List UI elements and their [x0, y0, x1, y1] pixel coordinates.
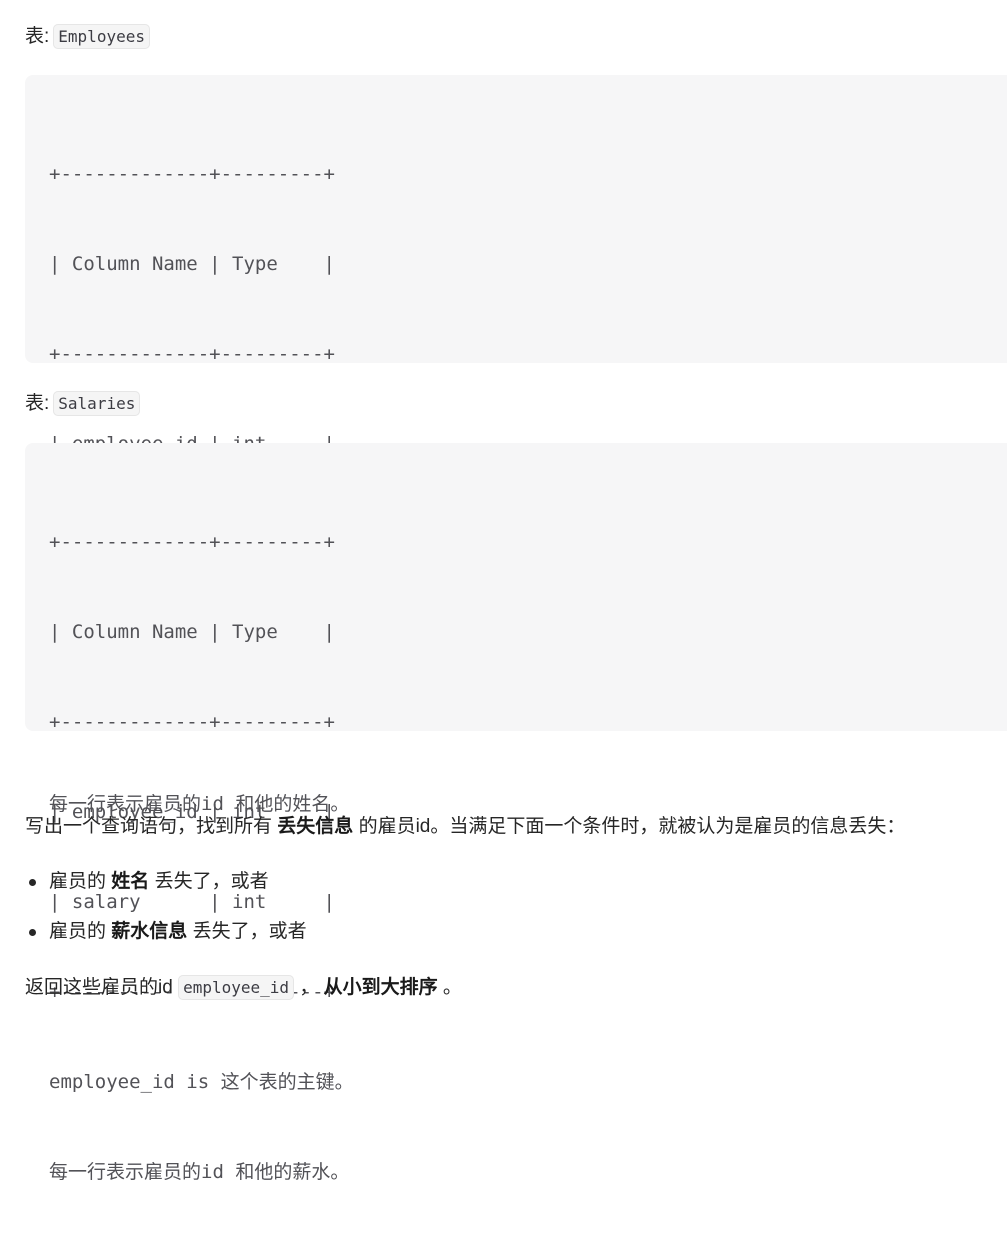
return-text: 返回这些雇员的id — [25, 977, 179, 998]
schema-line: +-------------+---------+ — [49, 163, 335, 185]
table-label-employees: 表: Employees — [25, 23, 150, 51]
return-separator: ， — [294, 977, 324, 998]
return-paragraph: 返回这些雇员的id employee_id ， 从小到大排序 。 — [25, 974, 462, 1002]
schema-line: +-------------+---------+ — [49, 711, 335, 733]
intro-text-after: 的雇员id。当满足下面一个条件时，就被认为是雇员的信息丢失： — [353, 816, 906, 837]
return-code: employee_id — [178, 975, 295, 1000]
table-name-code: Employees — [53, 24, 150, 49]
intro-bold: 丢失信息 — [277, 816, 354, 837]
table-name-code: Salaries — [53, 391, 141, 416]
condition-text-after: 丢失了，或者 — [187, 921, 307, 942]
schema-line: | Column Name | Type | — [49, 621, 335, 643]
condition-bold: 姓名 — [111, 871, 150, 892]
condition-text-after: 丢失了，或者 — [149, 871, 269, 892]
bullet-icon — [29, 879, 36, 886]
schema-note: 每一行表示雇员的id 和他的薪水。 — [49, 1161, 350, 1183]
schema-line: | Column Name | Type | — [49, 253, 335, 275]
table-label-prefix: 表: — [25, 393, 50, 414]
return-bold: 从小到大排序 — [323, 977, 438, 998]
condition-text: 雇员的 — [49, 921, 112, 942]
schema-note: employee_id is 这个表的主键。 — [49, 1071, 354, 1093]
intro-paragraph: 写出一个查询语句，找到所有 丢失信息 的雇员id。当满足下面一个条件时，就被认为… — [25, 813, 905, 841]
salaries-schema-block: +-------------+---------+ | Column Name … — [25, 443, 1007, 1183]
condition-bold: 薪水信息 — [111, 921, 188, 942]
intro-text: 写出一个查询语句，找到所有 — [25, 816, 278, 837]
bullet-icon — [29, 929, 36, 936]
schema-line: +-------------+---------+ — [49, 531, 335, 553]
condition-text: 雇员的 — [49, 871, 112, 892]
employees-schema-block: +-------------+---------+ | Column Name … — [25, 75, 1007, 815]
table-label-prefix: 表: — [25, 26, 50, 47]
schema-line: +-------------+---------+ — [49, 343, 335, 365]
return-text-after: 。 — [437, 977, 462, 998]
condition-list-item: 雇员的 姓名 丢失了，或者 — [25, 868, 269, 896]
condition-list-item: 雇员的 薪水信息 丢失了，或者 — [25, 918, 307, 946]
table-label-salaries: 表: Salaries — [25, 390, 141, 418]
